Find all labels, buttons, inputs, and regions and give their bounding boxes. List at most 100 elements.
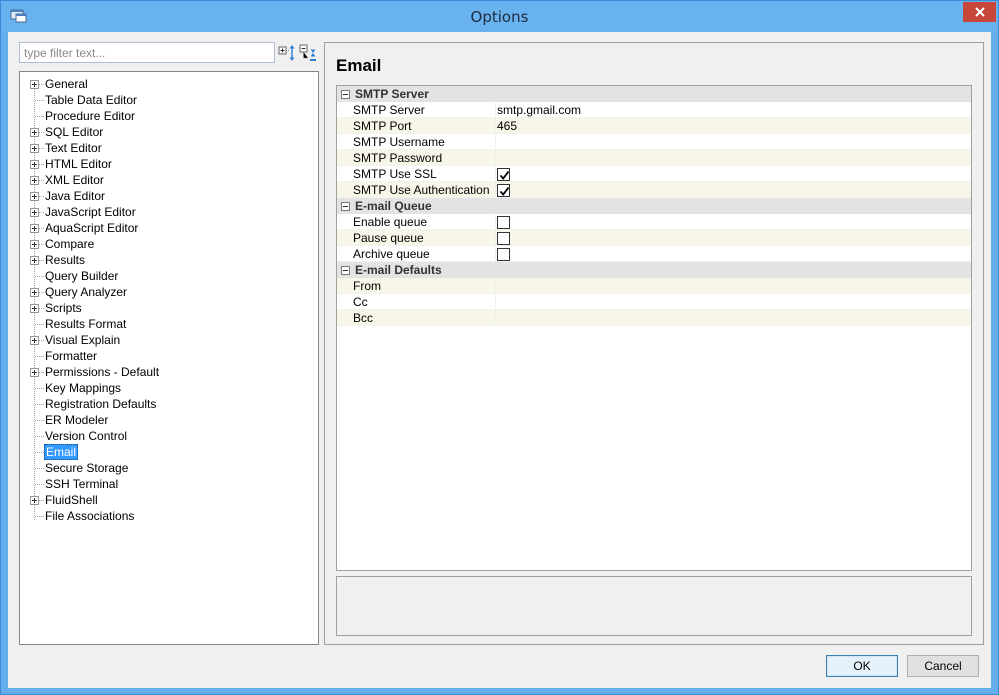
tree-item[interactable]: SSH Terminal bbox=[20, 476, 310, 492]
tree-item[interactable]: Results Format bbox=[20, 316, 310, 332]
tree-item-label: AquaScript Editor bbox=[45, 221, 139, 235]
window-title: Options bbox=[470, 8, 529, 26]
expand-icon[interactable] bbox=[30, 496, 39, 505]
grid-row[interactable]: Enable queue bbox=[337, 214, 971, 230]
tree-connector bbox=[35, 100, 44, 101]
grid-category[interactable]: E-mail Defaults bbox=[337, 262, 971, 278]
tree-item[interactable]: Query Builder bbox=[20, 268, 310, 284]
check-icon bbox=[499, 186, 510, 196]
expand-icon[interactable] bbox=[30, 224, 39, 233]
tree-connector bbox=[35, 516, 44, 517]
tree-item[interactable]: General bbox=[20, 76, 310, 92]
tree-item[interactable]: Permissions - Default bbox=[20, 364, 310, 380]
collapse-icon[interactable] bbox=[341, 90, 350, 99]
tree-item-label: Procedure Editor bbox=[45, 109, 136, 123]
property-name: Bcc bbox=[353, 311, 374, 325]
tree-item[interactable]: Query Analyzer bbox=[20, 284, 310, 300]
grid-category[interactable]: E-mail Queue bbox=[337, 198, 971, 214]
tree-item[interactable]: Visual Explain bbox=[20, 332, 310, 348]
expand-icon[interactable] bbox=[30, 176, 39, 185]
tree-item[interactable]: SQL Editor bbox=[20, 124, 310, 140]
tree-item[interactable]: ER Modeler bbox=[20, 412, 310, 428]
tree-item[interactable]: Scripts bbox=[20, 300, 310, 316]
property-checkbox[interactable] bbox=[497, 248, 510, 261]
collapse-icon[interactable] bbox=[341, 202, 350, 211]
tree-item[interactable]: Table Data Editor bbox=[20, 92, 310, 108]
column-divider bbox=[495, 182, 496, 198]
tree-item[interactable]: Results bbox=[20, 252, 310, 268]
grid-row[interactable]: Bcc bbox=[337, 310, 971, 326]
property-name: SMTP Use SSL bbox=[353, 167, 437, 181]
tree-item-label: FluidShell bbox=[45, 493, 98, 507]
tree-item[interactable]: HTML Editor bbox=[20, 156, 310, 172]
expand-all-icon[interactable] bbox=[278, 44, 296, 62]
property-checkbox[interactable] bbox=[497, 232, 510, 245]
tree-item[interactable]: XML Editor bbox=[20, 172, 310, 188]
options-tree[interactable]: General Table Data Editor Procedure Editor… bbox=[19, 71, 319, 645]
expand-icon[interactable] bbox=[30, 368, 39, 377]
expand-icon[interactable] bbox=[30, 192, 39, 201]
tree-item-label: Key Mappings bbox=[45, 381, 122, 395]
expand-icon[interactable] bbox=[30, 208, 39, 217]
grid-category[interactable]: SMTP Server bbox=[337, 86, 971, 102]
filter-input[interactable] bbox=[20, 43, 274, 62]
tree-item[interactable]: AquaScript Editor bbox=[20, 220, 310, 236]
tree-item[interactable]: Java Editor bbox=[20, 188, 310, 204]
tree-item[interactable]: Formatter bbox=[20, 348, 310, 364]
expand-icon[interactable] bbox=[30, 160, 39, 169]
grid-category-label: SMTP Server bbox=[355, 87, 429, 101]
grid-row[interactable]: SMTP Use Authentication bbox=[337, 182, 971, 198]
filter-field[interactable] bbox=[19, 42, 275, 63]
expand-icon[interactable] bbox=[30, 128, 39, 137]
tree-item-label: Table Data Editor bbox=[45, 93, 138, 107]
grid-row[interactable]: SMTP Password bbox=[337, 150, 971, 166]
tree-item[interactable]: Key Mappings bbox=[20, 380, 310, 396]
property-checkbox[interactable] bbox=[497, 184, 510, 197]
grid-row[interactable]: Archive queue bbox=[337, 246, 971, 262]
property-value[interactable]: smtp.gmail.com bbox=[497, 103, 581, 117]
property-name: SMTP Use Authentication bbox=[353, 183, 490, 197]
tree-item[interactable]: Version Control bbox=[20, 428, 310, 444]
column-divider bbox=[495, 214, 496, 230]
expand-icon[interactable] bbox=[30, 336, 39, 345]
tree-item[interactable]: Procedure Editor bbox=[20, 108, 310, 124]
property-value[interactable]: 465 bbox=[497, 119, 517, 133]
expand-icon[interactable] bbox=[30, 240, 39, 249]
expand-icon[interactable] bbox=[30, 288, 39, 297]
tree-item-label: ER Modeler bbox=[45, 413, 109, 427]
tree-item[interactable]: Compare bbox=[20, 236, 310, 252]
grid-row[interactable]: SMTP Port 465 bbox=[337, 118, 971, 134]
tree-item[interactable]: File Associations bbox=[20, 508, 310, 524]
grid-row[interactable]: SMTP Username bbox=[337, 134, 971, 150]
grid-row[interactable]: Pause queue bbox=[337, 230, 971, 246]
expand-icon[interactable] bbox=[30, 80, 39, 89]
tree-connector bbox=[35, 276, 44, 277]
column-divider bbox=[495, 134, 496, 150]
ok-button[interactable]: OK bbox=[826, 655, 898, 677]
property-checkbox[interactable] bbox=[497, 168, 510, 181]
property-checkbox[interactable] bbox=[497, 216, 510, 229]
grid-row[interactable]: SMTP Use SSL bbox=[337, 166, 971, 182]
tree-item-label: General bbox=[45, 77, 88, 91]
close-button[interactable] bbox=[963, 2, 996, 22]
property-grid[interactable]: SMTP Server SMTP Server smtp.gmail.com SMTP… bbox=[336, 85, 972, 571]
tree-item-label: Results bbox=[45, 253, 86, 267]
tree-item[interactable]: Secure Storage bbox=[20, 460, 310, 476]
expand-icon[interactable] bbox=[30, 304, 39, 313]
tree-item[interactable]: Text Editor bbox=[20, 140, 310, 156]
tree-item[interactable]: FluidShell bbox=[20, 492, 310, 508]
grid-row[interactable]: Cc bbox=[337, 294, 971, 310]
title-bar[interactable]: Options bbox=[1, 1, 998, 32]
grid-row[interactable]: From bbox=[337, 278, 971, 294]
expand-icon[interactable] bbox=[30, 144, 39, 153]
property-name: Pause queue bbox=[353, 231, 424, 245]
tree-item[interactable]: Registration Defaults bbox=[20, 396, 310, 412]
collapse-icon[interactable] bbox=[341, 266, 350, 275]
expand-icon[interactable] bbox=[30, 256, 39, 265]
cancel-button[interactable]: Cancel bbox=[907, 655, 979, 677]
grid-row[interactable]: SMTP Server smtp.gmail.com bbox=[337, 102, 971, 118]
tree-item[interactable]: Email bbox=[20, 444, 310, 460]
collapse-all-icon[interactable] bbox=[299, 44, 317, 62]
tree-item-label: Formatter bbox=[45, 349, 98, 363]
tree-item[interactable]: JavaScript Editor bbox=[20, 204, 310, 220]
